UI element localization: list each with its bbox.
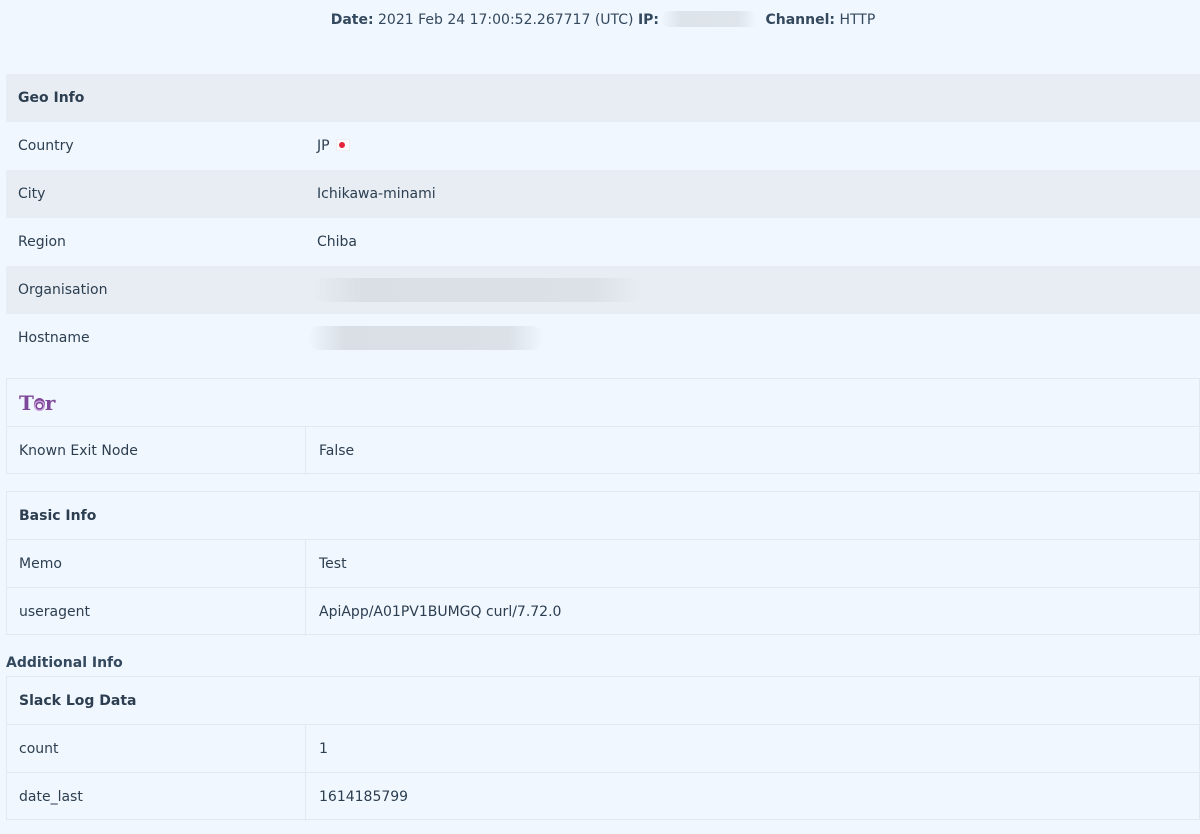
channel-label: Channel:	[765, 12, 835, 28]
region-value: Chiba	[317, 234, 358, 250]
count-value: 1	[305, 725, 328, 773]
country-value-cell: JP	[317, 122, 350, 170]
geo-city-row: City Ichikawa-minami	[6, 170, 1200, 218]
additional-info-title: Additional Info	[6, 655, 123, 671]
ip-label: IP:	[637, 12, 660, 28]
slack-count-row: count 1	[6, 724, 1200, 773]
slack-log-data-header: Slack Log Data	[6, 676, 1200, 724]
geo-region-row: Region Chiba	[6, 218, 1200, 266]
count-label: count	[19, 741, 59, 757]
alert-header: Date: 2021 Feb 24 17:00:52.267717 (UTC) …	[0, 11, 1200, 28]
slack-date-last-row: date_last 1614185799	[6, 772, 1200, 821]
organisation-redacted	[312, 278, 642, 302]
known-exit-node-value: False	[305, 427, 354, 475]
region-label: Region	[18, 234, 66, 250]
tor-header-row: Tr	[6, 378, 1200, 426]
tor-exit-node-row: Known Exit Node False	[6, 426, 1200, 475]
geo-hostname-row: Hostname	[6, 314, 1200, 362]
known-exit-node-label: Known Exit Node	[19, 443, 138, 459]
channel-value: HTTP	[839, 12, 876, 28]
useragent-value: ApiApp/A01PV1BUMGQ curl/7.72.0	[305, 588, 561, 636]
japan-flag-icon	[335, 139, 350, 151]
date-last-label: date_last	[19, 789, 83, 805]
geo-info-title: Geo Info	[18, 90, 85, 106]
country-value: JP	[317, 138, 330, 154]
basic-useragent-row: useragent ApiApp/A01PV1BUMGQ curl/7.72.0	[6, 587, 1200, 636]
geo-info-header: Geo Info	[6, 74, 1200, 122]
geo-country-row: Country JP	[6, 122, 1200, 170]
date-last-value: 1614185799	[305, 773, 408, 821]
basic-memo-row: Memo Test	[6, 539, 1200, 588]
hostname-label: Hostname	[18, 330, 90, 346]
country-label: Country	[18, 138, 74, 154]
hostname-redacted	[308, 326, 544, 350]
date-value: 2021 Feb 24 17:00:52.267717 (UTC)	[378, 12, 634, 28]
memo-value: Test	[305, 540, 347, 588]
ip-redacted	[661, 11, 758, 27]
date-label: Date:	[330, 12, 374, 28]
basic-info-header: Basic Info	[6, 491, 1200, 539]
tor-logo-icon: Tr	[19, 391, 55, 415]
useragent-label: useragent	[19, 604, 90, 620]
basic-info-title: Basic Info	[19, 508, 97, 524]
city-value: Ichikawa-minami	[317, 186, 436, 202]
city-label: City	[18, 186, 46, 202]
slack-log-data-title: Slack Log Data	[19, 693, 137, 709]
organisation-label: Organisation	[18, 282, 108, 298]
geo-organisation-row: Organisation	[6, 266, 1200, 314]
memo-label: Memo	[19, 556, 62, 572]
